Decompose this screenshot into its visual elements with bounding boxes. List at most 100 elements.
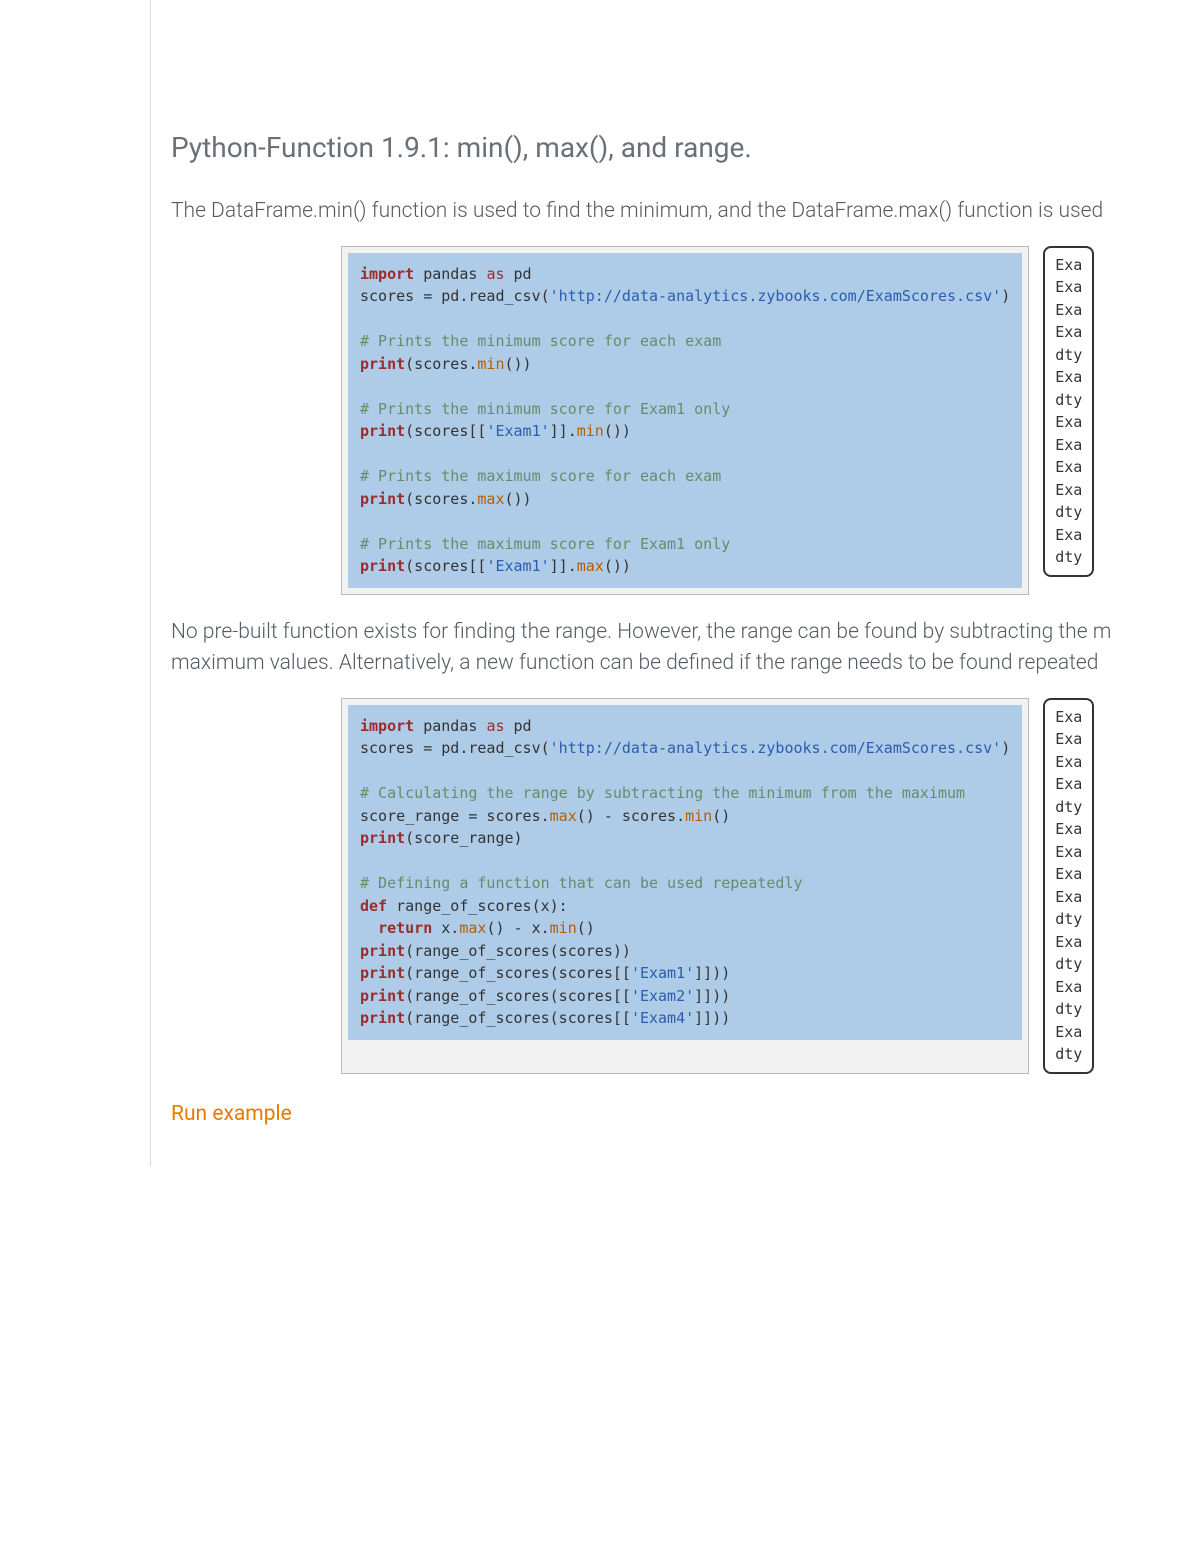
kw-print: print xyxy=(360,942,405,960)
fn-max: max xyxy=(459,919,486,937)
output-line: Exa xyxy=(1055,933,1082,951)
code-text: ]]. xyxy=(550,557,577,575)
kw-import: import xyxy=(360,717,414,735)
code-text: x. xyxy=(432,919,459,937)
output-line: dty xyxy=(1055,955,1082,973)
output-line: dty xyxy=(1055,1000,1082,1018)
kw-print: print xyxy=(360,557,405,575)
code-text: (range_of_scores(scores[[ xyxy=(405,964,631,982)
code-text: () - x. xyxy=(486,919,549,937)
string-literal: 'http://data-analytics.zybooks.com/ExamS… xyxy=(550,287,1002,305)
output-line: Exa xyxy=(1055,323,1082,341)
code-text: (range_of_scores(scores[[ xyxy=(405,987,631,1005)
code-text: (range_of_scores(scores)) xyxy=(405,942,631,960)
kw-as: as xyxy=(486,265,504,283)
code-text: () xyxy=(712,807,730,825)
output-line: Exa xyxy=(1055,978,1082,996)
comment: # Prints the minimum score for each exam xyxy=(360,332,721,350)
intro-paragraph: The DataFrame.min() function is used to … xyxy=(171,196,1200,228)
code-text: pd xyxy=(505,717,532,735)
output-line: dty xyxy=(1055,910,1082,928)
fn-min: min xyxy=(685,807,712,825)
output-line: Exa xyxy=(1055,1023,1082,1041)
comment: # Prints the minimum score for Exam1 onl… xyxy=(360,400,730,418)
code-text: (scores[[ xyxy=(405,557,486,575)
comment: # Prints the maximum score for Exam1 onl… xyxy=(360,535,730,553)
output-line: dty xyxy=(1055,503,1082,521)
content-column: Python-Function 1.9.1: min(), max(), and… xyxy=(150,0,1200,1166)
code-text: ]])) xyxy=(694,1009,730,1027)
code-text: (scores. xyxy=(405,490,477,508)
output-line: Exa xyxy=(1055,526,1082,544)
code-block-1: import pandas as pd scores = pd.read_csv… xyxy=(348,253,1022,588)
code-panel-2: import pandas as pd scores = pd.read_csv… xyxy=(341,698,1029,1074)
output-line: Exa xyxy=(1055,753,1082,771)
output-line: Exa xyxy=(1055,436,1082,454)
kw-print: print xyxy=(360,355,405,373)
body-paragraph-2a: No pre-built function exists for finding… xyxy=(171,617,1200,649)
output-line: Exa xyxy=(1055,775,1082,793)
output-line: Exa xyxy=(1055,820,1082,838)
string-literal: 'Exam1' xyxy=(631,964,694,982)
string-literal: 'Exam1' xyxy=(486,422,549,440)
output-line: Exa xyxy=(1055,301,1082,319)
kw-print: print xyxy=(360,422,405,440)
kw-as: as xyxy=(486,717,504,735)
example-2: import pandas as pd scores = pd.read_csv… xyxy=(341,698,1200,1074)
fn-min: min xyxy=(577,422,604,440)
code-text: ()) xyxy=(505,490,532,508)
kw-print: print xyxy=(360,490,405,508)
output-line: Exa xyxy=(1055,708,1082,726)
kw-print: print xyxy=(360,829,405,847)
comment: # Defining a function that can be used r… xyxy=(360,874,803,892)
output-panel-1: Exa Exa Exa Exa dty Exa dty Exa Exa Exa … xyxy=(1043,246,1094,577)
string-literal: 'http://data-analytics.zybooks.com/ExamS… xyxy=(550,739,1002,757)
code-text: pandas xyxy=(414,265,486,283)
output-line: Exa xyxy=(1055,481,1082,499)
string-literal: 'Exam1' xyxy=(486,557,549,575)
fn-max: max xyxy=(577,557,604,575)
code-text: () - scores. xyxy=(577,807,685,825)
code-text: ]])) xyxy=(694,964,730,982)
code-text: ()) xyxy=(604,422,631,440)
output-line: dty xyxy=(1055,1045,1082,1063)
code-text: scores = pd.read_csv( xyxy=(360,739,550,757)
output-line: dty xyxy=(1055,548,1082,566)
kw-print: print xyxy=(360,987,405,1005)
code-text: ]]. xyxy=(550,422,577,440)
output-line: Exa xyxy=(1055,888,1082,906)
output-line: Exa xyxy=(1055,368,1082,386)
code-block-2: import pandas as pd scores = pd.read_csv… xyxy=(348,705,1022,1040)
kw-def: def xyxy=(360,897,387,915)
code-text: ()) xyxy=(604,557,631,575)
code-text: ]])) xyxy=(694,987,730,1005)
output-line: Exa xyxy=(1055,865,1082,883)
code-text: () xyxy=(577,919,595,937)
code-text: pandas xyxy=(414,717,486,735)
kw-import: import xyxy=(360,265,414,283)
string-literal: 'Exam4' xyxy=(631,1009,694,1027)
code-text: ()) xyxy=(505,355,532,373)
output-line: dty xyxy=(1055,391,1082,409)
fn-min: min xyxy=(550,919,577,937)
run-example-link[interactable]: Run example xyxy=(171,1102,292,1126)
code-text: (range_of_scores(scores[[ xyxy=(405,1009,631,1027)
code-text: score_range = scores. xyxy=(360,807,550,825)
fn-min: min xyxy=(477,355,504,373)
page: Python-Function 1.9.1: min(), max(), and… xyxy=(0,0,1200,1553)
code-text xyxy=(360,919,378,937)
comment: # Prints the maximum score for each exam xyxy=(360,467,721,485)
output-line: Exa xyxy=(1055,256,1082,274)
output-line: Exa xyxy=(1055,843,1082,861)
output-line: Exa xyxy=(1055,730,1082,748)
code-text: pd xyxy=(505,265,532,283)
kw-print: print xyxy=(360,964,405,982)
string-literal: 'Exam2' xyxy=(631,987,694,1005)
code-text: ) xyxy=(1001,739,1010,757)
code-text: range_of_scores(x): xyxy=(387,897,568,915)
code-text: ) xyxy=(1001,287,1010,305)
example-1: import pandas as pd scores = pd.read_csv… xyxy=(341,246,1200,595)
output-line: Exa xyxy=(1055,458,1082,476)
code-text: (score_range) xyxy=(405,829,522,847)
kw-return: return xyxy=(378,919,432,937)
